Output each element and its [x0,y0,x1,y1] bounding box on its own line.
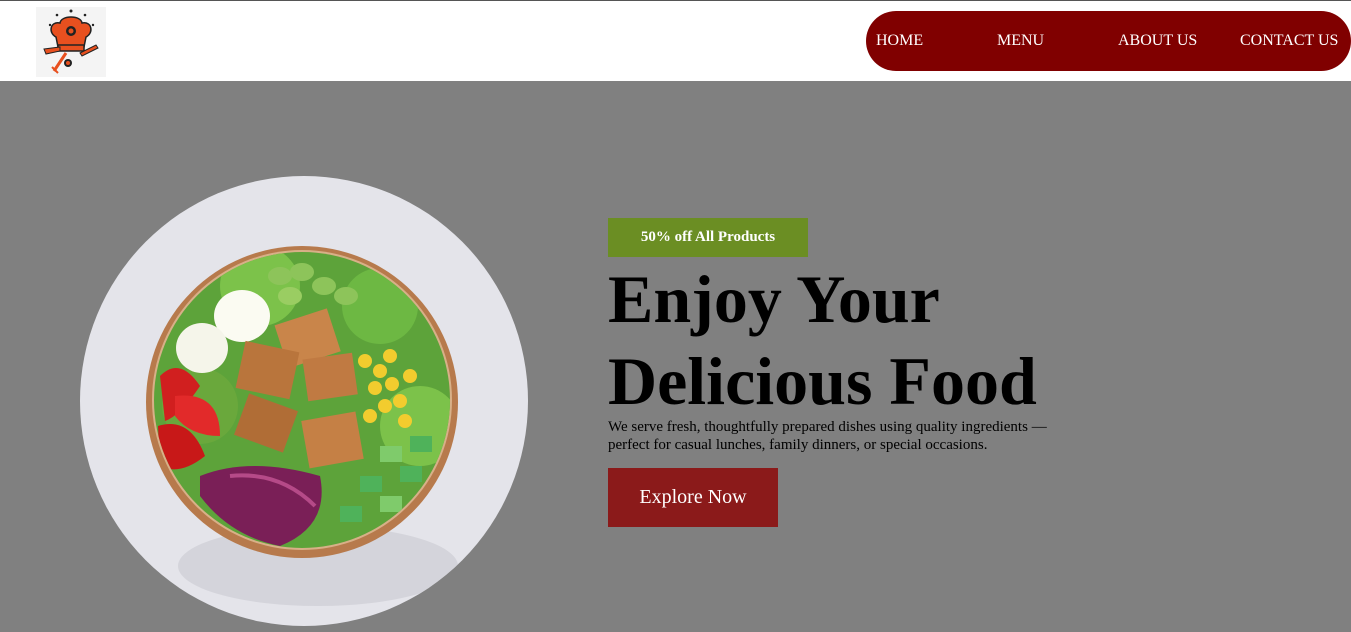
nav-about-link[interactable]: ABOUT US [1118,32,1197,50]
nav-contact-link[interactable]: CONTACT US [1240,32,1338,50]
explore-now-button[interactable]: Explore Now [608,468,778,527]
headline-line-2: Delicious Food [608,343,1037,419]
main-nav: HOME MENU ABOUT US CONTACT US [866,11,1351,71]
salad-bowl-image [80,176,528,626]
chef-hat-logo-icon[interactable] [36,7,106,77]
hero-description: We serve fresh, thoughtfully prepared di… [608,419,1047,453]
nav-menu-link[interactable]: MENU [997,32,1044,50]
nav-home-link[interactable]: HOME [876,32,923,50]
discount-badge: 50% off All Products [608,218,808,257]
headline-line-1: Enjoy Your [608,261,940,337]
hero-headline: Enjoy Your Delicious Food [608,258,1168,422]
site-header: HOME MENU ABOUT US CONTACT US [0,1,1351,81]
